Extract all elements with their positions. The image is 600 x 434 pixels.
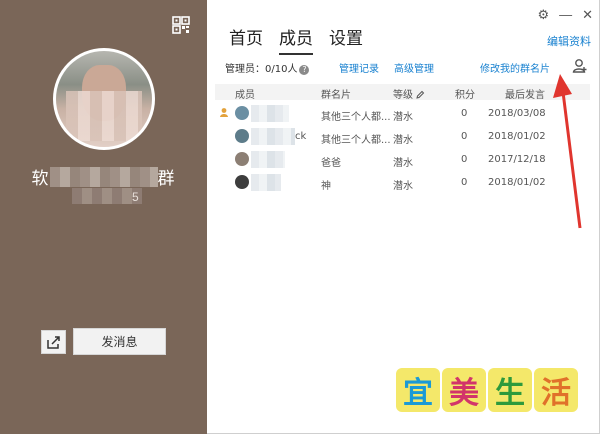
redacted-nickname bbox=[251, 128, 295, 145]
minimize-icon[interactable]: — bbox=[559, 8, 572, 22]
avatar[interactable] bbox=[235, 106, 249, 120]
member-card: 爸爸 bbox=[321, 158, 341, 169]
member-nickname-tail: ck bbox=[295, 131, 307, 142]
watermark-char: 生 bbox=[488, 368, 532, 412]
group-profile-panel: 软群 5 发消息 bbox=[0, 0, 207, 434]
redacted-nickname bbox=[251, 151, 285, 168]
owner-icon bbox=[220, 108, 228, 117]
member-level: 潜水 bbox=[393, 181, 413, 192]
redacted-text bbox=[49, 167, 158, 187]
advanced-manage-link[interactable]: 高级管理 bbox=[394, 60, 434, 75]
avatar-image bbox=[56, 51, 152, 147]
table-row[interactable]: 神 潜水 0 2018/01/02 bbox=[215, 172, 590, 194]
avatar[interactable] bbox=[235, 129, 249, 143]
qr-code-icon[interactable] bbox=[172, 16, 190, 34]
admin-count: 管理员：0/10人? bbox=[225, 60, 310, 75]
member-last-speak: 2017/12/18 bbox=[488, 154, 546, 165]
members-table-header: 成员 群名片 等级 积分 最后发言 bbox=[215, 84, 590, 101]
redacted-nickname bbox=[251, 105, 289, 122]
member-last-speak: 2018/01/02 bbox=[488, 131, 546, 142]
member-level: 潜水 bbox=[393, 112, 413, 123]
edit-icon[interactable] bbox=[416, 90, 425, 99]
watermark-char: 美 bbox=[442, 368, 486, 412]
header-last-speak[interactable]: 最后发言 bbox=[505, 86, 545, 101]
send-message-button[interactable]: 发消息 bbox=[73, 328, 166, 355]
table-row[interactable]: 其他三个人都... 潜水 0 2018/03/08 bbox=[215, 103, 590, 125]
group-avatar[interactable] bbox=[53, 48, 155, 150]
header-level[interactable]: 等级 bbox=[393, 86, 425, 101]
info-icon[interactable]: ? bbox=[299, 65, 310, 75]
table-row[interactable]: ck 其他三个人都... 潜水 0 2018/01/02 bbox=[215, 126, 590, 148]
tab-home[interactable]: 首页 bbox=[229, 24, 263, 55]
group-name-suffix: 群 bbox=[157, 169, 176, 188]
member-last-speak: 2018/01/02 bbox=[488, 177, 546, 188]
manage-log-link[interactable]: 管理记录 bbox=[339, 60, 379, 75]
group-number-tail: 5 bbox=[132, 190, 139, 204]
header-points[interactable]: 积分 bbox=[455, 86, 475, 101]
window-controls: ⚙ — ✕ bbox=[537, 8, 593, 22]
member-points: 0 bbox=[461, 177, 468, 188]
header-member[interactable]: 成员 bbox=[235, 86, 255, 101]
edit-profile-link[interactable]: 编辑资料 bbox=[547, 33, 591, 49]
watermark-logo: 宜 美 生 活 bbox=[396, 368, 578, 412]
member-level: 潜水 bbox=[393, 135, 413, 146]
share-icon bbox=[46, 335, 60, 349]
member-points: 0 bbox=[461, 108, 468, 119]
avatar[interactable] bbox=[235, 152, 249, 166]
tab-members[interactable]: 成员 bbox=[279, 24, 313, 55]
edit-my-card-link[interactable]: 修改我的群名片 bbox=[480, 60, 550, 75]
admin-count-text: 管理员：0/10人 bbox=[225, 64, 298, 75]
watermark-char: 活 bbox=[534, 368, 578, 412]
annotation-arrow bbox=[553, 74, 582, 229]
tab-bar: 首页 成员 设置 bbox=[229, 24, 363, 55]
member-points: 0 bbox=[461, 131, 468, 142]
member-points: 0 bbox=[461, 154, 468, 165]
redacted-nickname bbox=[251, 174, 281, 191]
header-level-label: 等级 bbox=[393, 90, 413, 101]
group-name-prefix: 软 bbox=[31, 169, 50, 188]
members-toolbar: 管理员：0/10人? 管理记录 高级管理 修改我的群名片 bbox=[225, 59, 590, 76]
share-button[interactable] bbox=[41, 330, 66, 354]
member-card: 其他三个人都... bbox=[321, 135, 391, 146]
member-card: 其他三个人都... bbox=[321, 112, 391, 123]
member-card: 神 bbox=[321, 181, 331, 192]
avatar[interactable] bbox=[235, 175, 249, 189]
tab-settings[interactable]: 设置 bbox=[329, 24, 363, 55]
table-row[interactable]: 爸爸 潜水 0 2017/12/18 bbox=[215, 149, 590, 171]
group-name: 软群 bbox=[0, 164, 207, 189]
watermark-char: 宜 bbox=[396, 368, 440, 412]
settings-icon[interactable]: ⚙ bbox=[537, 8, 549, 22]
header-card[interactable]: 群名片 bbox=[321, 86, 351, 101]
close-icon[interactable]: ✕ bbox=[582, 8, 593, 22]
member-level: 潜水 bbox=[393, 158, 413, 169]
member-last-speak: 2018/03/08 bbox=[488, 108, 546, 119]
